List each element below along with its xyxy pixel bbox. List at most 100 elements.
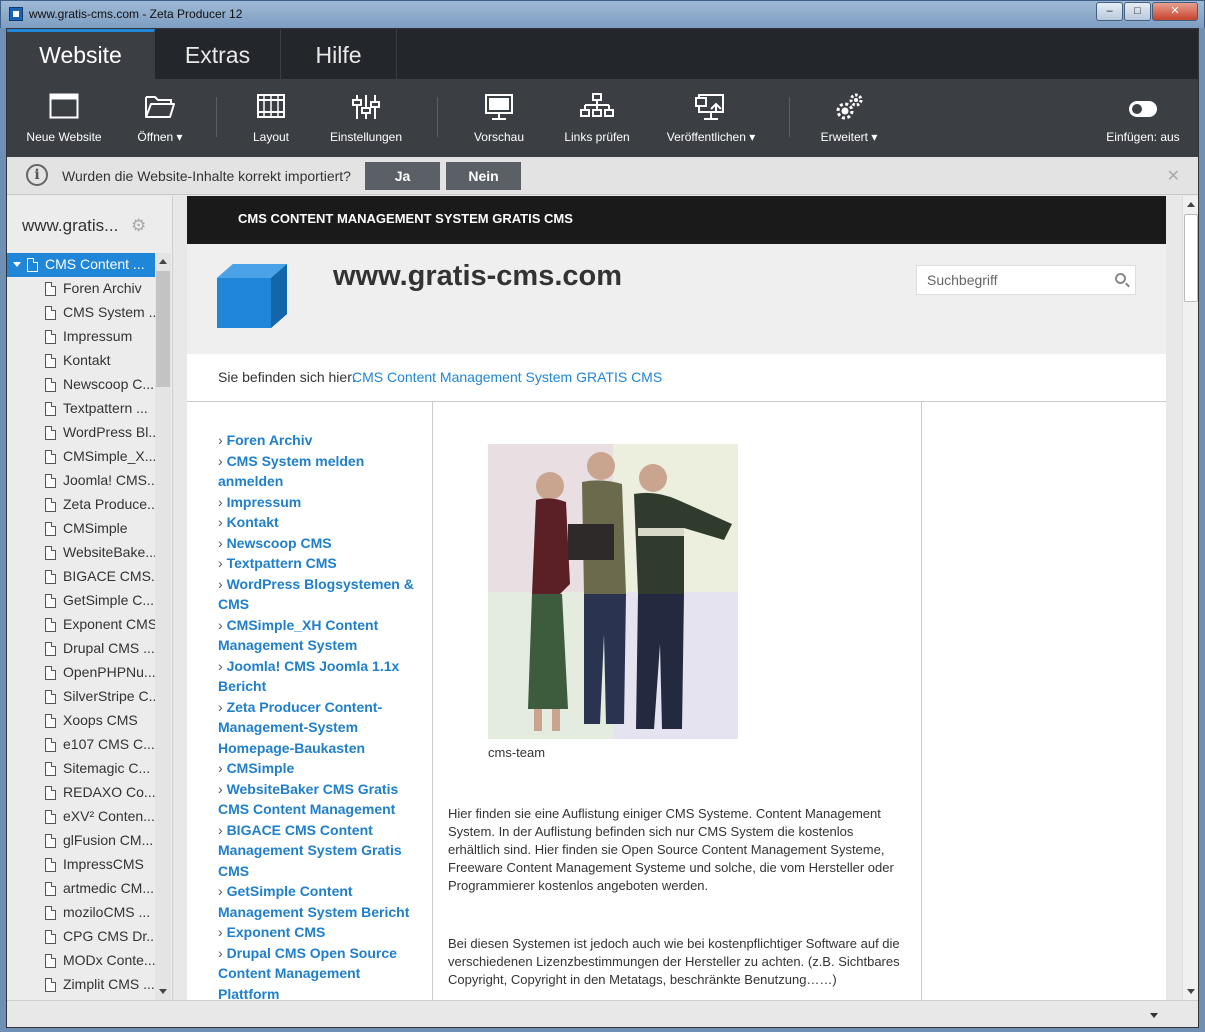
page-icon [45,306,56,320]
chevron-down-icon[interactable] [1150,1013,1158,1018]
nav-link[interactable]: Kontakt [218,512,423,533]
nav-link[interactable]: Joomla! CMS Joomla 1.1x Bericht [218,656,423,697]
tree-item[interactable]: eXV² Conten... [7,805,155,829]
tree-item-label: Sitemagic C... [63,760,151,776]
tree-item[interactable]: Exponent CMS [7,613,155,637]
tree-item[interactable]: SilverStripe C... [7,685,155,709]
tree-item[interactable]: WebsiteBake... [7,541,155,565]
check-links-button[interactable]: Links prüfen [559,79,635,157]
new-website-button[interactable]: Neue Website [21,79,107,157]
nav-link[interactable]: Zeta Producer Content-Management-System … [218,697,423,759]
settings-button[interactable]: Einstellungen [323,79,409,157]
preview-scrollbar[interactable] [1182,196,1198,1000]
tree-item[interactable]: Kontakt [7,349,155,373]
nav-link[interactable]: Foren Archiv [218,430,423,451]
tree-item[interactable]: artmedic CM... [7,877,155,901]
tree-item[interactable]: CMSimple [7,517,155,541]
advanced-button[interactable]: Erweitert ▾ [813,79,885,157]
scroll-down-icon[interactable] [1187,989,1195,994]
nav-link[interactable]: Impressum [218,492,423,513]
site-header-title[interactable]: CMS CONTENT MANAGEMENT SYSTEM GRATIS CMS [238,211,573,226]
page-icon [45,378,56,392]
nav-link[interactable]: Drupal CMS Open Source Content Managemen… [218,943,423,1001]
tree-item[interactable]: GetSimple C... [7,589,155,613]
tree-item[interactable]: BIGACE CMS... [7,565,155,589]
nav-link[interactable]: Exponent CMS [218,922,423,943]
tree-item[interactable]: Zimplit CMS ... [7,973,155,997]
tab-extras[interactable]: Extras [155,29,281,79]
gear-icon[interactable]: ⚙ [131,216,146,236]
site-domain: www.gratis-cms.com [333,260,623,292]
tree-item[interactable]: Zeta Produce... [7,493,155,517]
tree-item[interactable]: OpenPHPNu... [7,661,155,685]
layout-button[interactable]: Layout [241,79,301,157]
publish-button[interactable]: Veröffentlichen ▾ [661,79,761,157]
toggle-switch[interactable] [1129,101,1157,117]
nav-link[interactable]: GetSimple Content Management System Beri… [218,881,423,922]
tree-item[interactable]: CMSimple_X... [7,445,155,469]
folder-icon [145,96,175,118]
scroll-up-icon[interactable] [1187,202,1195,207]
tree-item-label: Xoops CMS [63,712,138,728]
breadcrumb-link[interactable]: CMS Content Management System GRATIS CMS [352,369,662,385]
tree-item[interactable]: Newscoop C... [7,373,155,397]
insert-toggle[interactable]: Einfügen: aus [1105,79,1181,157]
tree-item[interactable]: ImpressCMS [7,853,155,877]
page-icon [45,954,56,968]
tree-item[interactable]: Xoops CMS [7,709,155,733]
tree-item[interactable]: REDAXO Co... [7,781,155,805]
tree-item-label: CMSimple [63,520,128,536]
page-icon [45,978,56,992]
nav-link[interactable]: WebsiteBaker CMS Gratis CMS Content Mana… [218,779,423,820]
tree-item-label: WebsiteBake... [63,544,155,560]
nav-link[interactable]: CMSimple_XH Content Management System [218,615,423,656]
dismiss-icon[interactable]: ✕ [1167,166,1180,186]
minimize-button[interactable]: – [1096,2,1123,21]
page-icon [45,546,56,560]
maximize-button[interactable]: □ [1124,2,1151,21]
page-icon [45,906,56,920]
tree-item[interactable]: CPG CMS Dr... [7,925,155,949]
close-button[interactable]: ✕ [1152,2,1198,21]
tree-item[interactable]: Impressum [7,325,155,349]
sidebar-scrollbar[interactable] [155,253,171,1000]
yes-button[interactable]: Ja [365,162,440,190]
nav-link[interactable]: Newscoop CMS [218,533,423,554]
tree-item[interactable]: Joomla! CMS... [7,469,155,493]
tree-item[interactable]: Drupal CMS ... [7,637,155,661]
page-icon [27,258,38,272]
window-titlebar: www.gratis-cms.com - Zeta Producer 12 – … [0,0,1205,28]
scroll-thumb[interactable] [156,271,170,387]
breadcrumb: Sie befinden sich hier: CMS Content Mana… [187,354,1166,402]
tree-item[interactable]: WordPress Bl... [7,421,155,445]
nav-link[interactable]: Textpattern CMS [218,553,423,574]
tree-item-label: OpenPHPNu... [63,664,155,680]
tree-item[interactable]: CMS Content ... [7,253,155,277]
nav-link[interactable]: WordPress Blogsystemen & CMS [218,574,423,615]
search-input[interactable] [917,266,1107,294]
scroll-thumb[interactable] [1184,214,1198,302]
tab-hilfe[interactable]: Hilfe [281,29,397,79]
tree-item[interactable]: CMS System ... [7,301,155,325]
open-button[interactable]: Öffnen ▾ [129,79,191,157]
nav-link[interactable]: BIGACE CMS Content Management System Gra… [218,820,423,882]
tree-item[interactable]: Textpattern ... [7,397,155,421]
search-icon[interactable] [1115,273,1126,284]
nav-link[interactable]: CMS System melden anmelden [218,451,423,492]
nav-link[interactable]: CMSimple [218,758,423,779]
expand-arrow-icon[interactable] [13,262,21,267]
tree-item[interactable]: Foren Archiv [7,277,155,301]
scroll-down-icon[interactable] [159,989,167,994]
preview-button[interactable]: Vorschau [467,79,531,157]
tree-item[interactable]: e107 CMS C... [7,733,155,757]
scroll-up-icon[interactable] [159,259,167,264]
tree-item[interactable]: glFusion CM... [7,829,155,853]
main-content: cms-team Hier finden sie eine Auflistung… [433,402,922,1000]
tree-item[interactable]: moziloCMS ... [7,901,155,925]
no-button[interactable]: Nein [446,162,521,190]
tree-item[interactable]: MODx Conte... [7,949,155,973]
tab-website[interactable]: Website [7,29,155,79]
tree-item[interactable]: Sitemagic C... [7,757,155,781]
main-tabs: Website Extras Hilfe [7,29,1198,79]
page-icon [45,642,56,656]
